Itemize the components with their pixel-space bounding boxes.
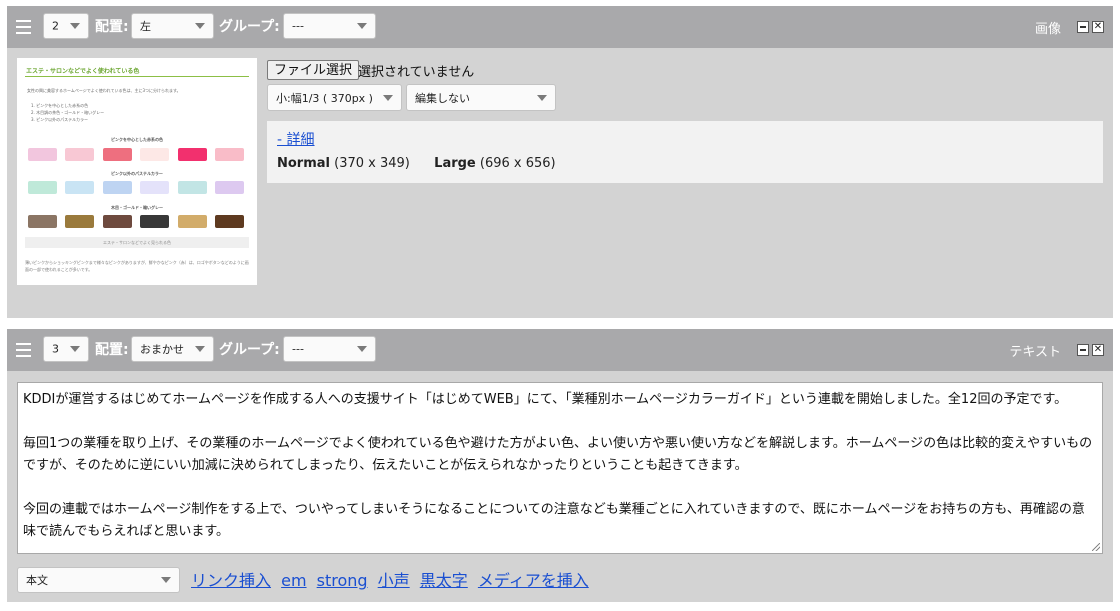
color-swatch	[140, 181, 169, 194]
group-label: グループ:	[219, 342, 280, 358]
order-value: 2	[52, 19, 59, 33]
image-size-value: 小:幅1/3 ( 370px )	[276, 91, 373, 105]
color-swatch	[140, 215, 169, 228]
chevron-down-icon	[383, 94, 393, 101]
color-swatch	[28, 181, 57, 194]
color-swatch	[65, 148, 94, 161]
image-sizes: Normal (370 x 349) Large (696 x 656)	[277, 156, 556, 171]
text-block: 3 配置: おまかせ グループ: --- テキスト ✕ KDDIが運営するはじめ…	[7, 329, 1113, 602]
thumb-title: エステ・サロンなどでよく使われている色	[26, 68, 140, 75]
size-dimensions: (696 x 656)	[479, 156, 556, 171]
placement-select[interactable]: 左	[131, 13, 214, 39]
file-select-button[interactable]: ファイル選択	[267, 60, 360, 80]
placement-value: おまかせ	[140, 343, 184, 356]
text-paragraph: 毎回1つの業種を取り上げ、その業種のホームページでよく使われている色や避けた方が…	[23, 436, 1093, 473]
thumb-section-heading: ピンク以外のパステルカラー	[111, 171, 163, 176]
group-value: ---	[292, 19, 304, 33]
placement-select[interactable]: おまかせ	[131, 336, 214, 362]
color-swatch	[103, 148, 132, 161]
chevron-down-icon	[195, 23, 205, 29]
chevron-down-icon	[161, 577, 171, 583]
chevron-down-icon	[70, 23, 80, 29]
close-icon[interactable]: ✕	[1092, 344, 1104, 356]
color-swatch	[103, 181, 132, 194]
group-value: ---	[292, 342, 304, 356]
chevron-down-icon	[357, 23, 367, 29]
block-header: 3 配置: おまかせ グループ: --- テキスト ✕	[7, 329, 1113, 371]
editor-toolbar-links: リンク挿入 em strong 小声 黒太字 メディアを挿入	[191, 567, 594, 591]
drag-handle-icon[interactable]	[16, 343, 31, 357]
order-select[interactable]: 2	[43, 13, 89, 39]
size-name: Normal	[277, 156, 330, 171]
black-bold-link[interactable]: 黒太字	[420, 571, 468, 590]
thumb-list-item: 1. ピンクを中心とした赤系の色	[31, 103, 89, 108]
color-swatch	[215, 148, 244, 161]
thumb-list-item: 2. 木目調の茶色・ゴールド・暗いグレー	[31, 110, 105, 115]
format-select[interactable]: 本文	[17, 567, 180, 593]
minimize-icon[interactable]	[1077, 21, 1089, 33]
color-swatch	[215, 181, 244, 194]
placement-label: 配置:	[95, 19, 129, 35]
thumb-section-heading: ピンクを中心とした赤系の色	[111, 137, 163, 142]
color-swatch	[65, 181, 94, 194]
chevron-down-icon	[357, 346, 367, 352]
minimize-icon[interactable]	[1077, 344, 1089, 356]
color-swatch	[28, 215, 57, 228]
order-value: 3	[52, 342, 59, 356]
color-swatch	[178, 148, 207, 161]
image-thumbnail: エステ・サロンなどでよく使われている色 女性の興に美容するホームページでよく使わ…	[17, 58, 257, 285]
color-swatch	[65, 215, 94, 228]
insert-link-link[interactable]: リンク挿入	[191, 571, 271, 590]
text-paragraph: 今回の連載ではホームページ制作をする上で、ついやってしまいそうになることについて…	[23, 502, 1085, 539]
thumb-footer-text: 薄いピンクからショッキングピンクまで様々なピンクがありますが、鮮やかなピンク（赤…	[25, 260, 249, 272]
order-select[interactable]: 3	[43, 336, 89, 362]
block-header: 2 配置: 左 グループ: --- 画像 ✕	[7, 6, 1113, 48]
placement-value: 左	[140, 20, 151, 33]
image-edit-value: 編集しない	[415, 91, 470, 105]
strong-link[interactable]: strong	[317, 571, 368, 590]
size-name: Large	[434, 156, 476, 171]
image-detail-panel: - 詳細 Normal (370 x 349) Large (696 x 656…	[267, 121, 1103, 183]
chevron-down-icon	[537, 94, 547, 101]
color-swatch	[28, 148, 57, 161]
color-swatch	[103, 215, 132, 228]
body-textarea[interactable]: KDDIが運営するはじめてホームページを作成する人への支援サイト「はじめてWEB…	[17, 382, 1103, 554]
text-paragraph: KDDIが運営するはじめてホームページを作成する人への支援サイト「はじめてWEB…	[23, 392, 1068, 407]
chevron-down-icon	[195, 346, 205, 352]
color-swatch	[178, 215, 207, 228]
em-link[interactable]: em	[281, 571, 306, 590]
group-select[interactable]: ---	[283, 13, 376, 39]
thumb-divider	[25, 76, 249, 77]
thumb-intro: 女性の興に美容するホームページでよく使われている色は、主に3つに分けられます。	[27, 88, 181, 93]
color-swatch	[140, 148, 169, 161]
color-swatch	[215, 215, 244, 228]
small-voice-link[interactable]: 小声	[378, 571, 410, 590]
image-edit-select[interactable]: 編集しない	[406, 84, 556, 111]
block-type-label: テキスト	[1009, 345, 1061, 360]
drag-handle-icon[interactable]	[16, 20, 31, 34]
thumb-caption: エステ・サロンなどでよく見られる色	[25, 237, 249, 248]
format-value: 本文	[26, 574, 48, 587]
resize-grip-icon[interactable]	[1092, 543, 1100, 551]
group-label: グループ:	[219, 19, 280, 35]
detail-toggle-link[interactable]: - 詳細	[277, 129, 315, 149]
file-status: 選択されていません	[358, 65, 475, 80]
image-size-select[interactable]: 小:幅1/3 ( 370px )	[267, 84, 402, 111]
image-block: 2 配置: 左 グループ: --- 画像 ✕ エステ・サロンなどでよく使われてい…	[7, 6, 1113, 318]
close-icon[interactable]: ✕	[1092, 21, 1104, 33]
size-dimensions: (370 x 349)	[334, 156, 410, 171]
group-select[interactable]: ---	[283, 336, 376, 362]
thumb-section-heading: 木目・ゴールド・暗いグレー	[111, 205, 163, 210]
chevron-down-icon	[70, 346, 80, 352]
block-type-label: 画像	[1034, 22, 1061, 37]
thumb-list-item: 3. ピンク以外のパステルカラー	[31, 117, 88, 122]
insert-media-link[interactable]: メディアを挿入	[478, 571, 589, 590]
color-swatch	[178, 181, 207, 194]
placement-label: 配置:	[95, 342, 129, 358]
